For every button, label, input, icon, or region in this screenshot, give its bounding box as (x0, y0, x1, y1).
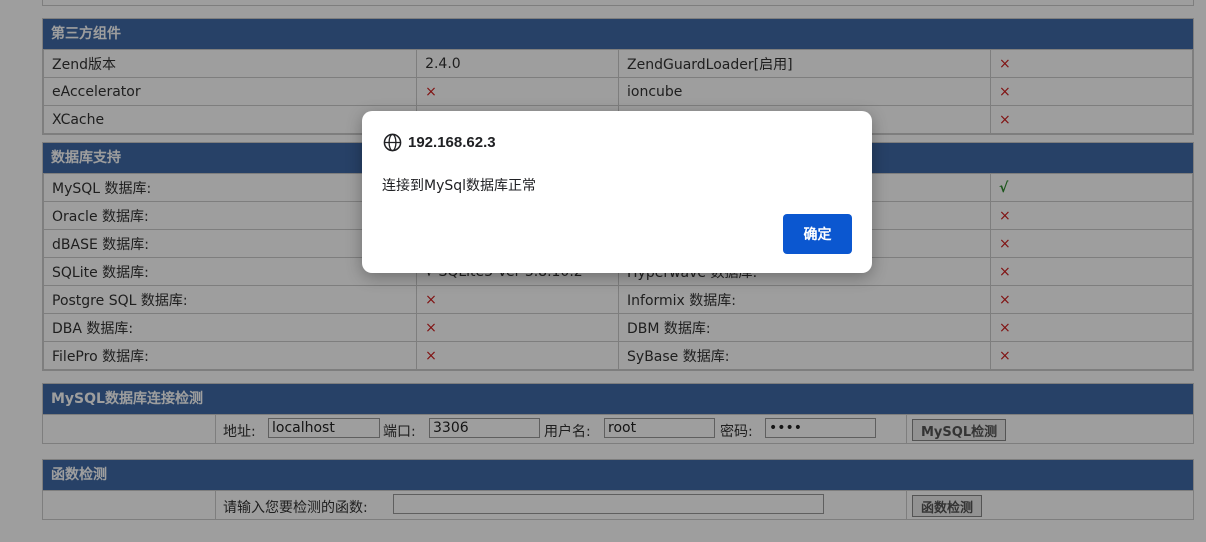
alert-dialog: 192.168.62.3 连接到MySql数据库正常 确定 (362, 111, 872, 273)
dialog-origin: 192.168.62.3 (408, 133, 496, 151)
dialog-title: 192.168.62.3 (383, 131, 496, 153)
ok-button[interactable]: 确定 (783, 214, 852, 254)
globe-icon (383, 133, 402, 151)
dialog-message: 连接到MySql数据库正常 (382, 178, 537, 194)
